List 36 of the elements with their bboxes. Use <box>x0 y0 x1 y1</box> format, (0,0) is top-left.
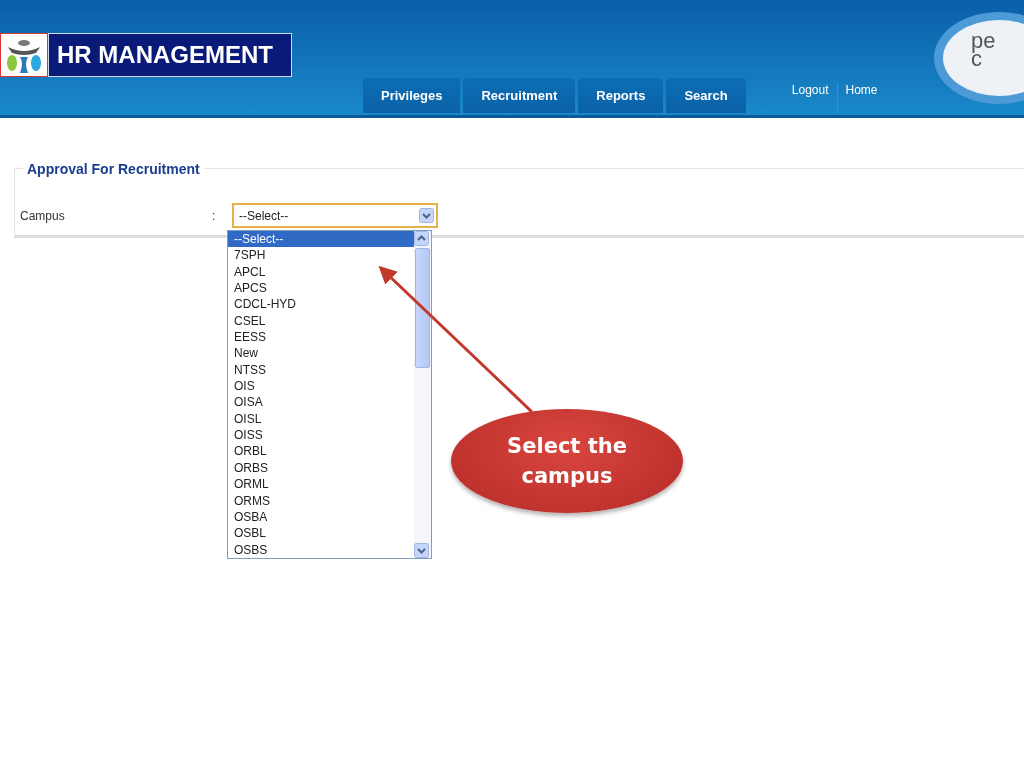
scroll-down-icon[interactable] <box>414 543 429 558</box>
dropdown-option[interactable]: 7SPH <box>228 247 414 264</box>
scroll-up-icon[interactable] <box>414 231 429 246</box>
header-link[interactable]: Logout <box>783 83 838 113</box>
panel-title: Approval For Recruitment <box>23 161 204 177</box>
nav-tab[interactable]: Privileges <box>363 78 461 113</box>
field-separator: : <box>212 208 217 223</box>
dropdown-option[interactable]: ORMS <box>228 492 414 509</box>
app-title: HR MANAGEMENT <box>48 33 292 77</box>
dropdown-option[interactable]: CDCL-HYD <box>228 296 414 313</box>
dropdown-option[interactable]: EESS <box>228 329 414 346</box>
dropdown-option[interactable]: OSBS <box>228 541 414 558</box>
nav-tab[interactable]: Search <box>666 78 746 113</box>
header-link[interactable]: Home <box>837 83 886 113</box>
nav-tab[interactable]: Reports <box>578 78 664 113</box>
dropdown-option[interactable]: OISA <box>228 394 414 411</box>
dropdown-option[interactable]: OSBL <box>228 525 414 542</box>
dropdown-option[interactable]: ORBL <box>228 443 414 460</box>
dropdown-option[interactable]: OISS <box>228 427 414 444</box>
dropdown-option[interactable]: APCL <box>228 263 414 281</box>
scrollbar[interactable] <box>414 231 431 558</box>
dropdown-option[interactable]: OISL <box>228 410 414 428</box>
dropdown-option[interactable]: NTSS <box>228 361 414 379</box>
dropdown-option[interactable]: ORML <box>228 476 414 493</box>
field-label: Campus <box>20 208 66 223</box>
dropdown-option[interactable]: APCS <box>228 280 414 297</box>
campus-select[interactable]: --Select-- <box>232 203 438 228</box>
callout-text: Select the campus <box>506 433 628 490</box>
scroll-down-icon[interactable] <box>419 208 434 223</box>
nav-tab[interactable]: Recruitment <box>463 78 576 113</box>
dropdown-option[interactable]: CSEL <box>228 312 414 330</box>
dropdown-option[interactable]: ORBS <box>228 459 414 477</box>
dropdown-option[interactable]: New <box>228 345 414 362</box>
dropdown-option[interactable]: OSBA <box>228 508 414 526</box>
dropdown-option[interactable]: --Select-- <box>228 231 414 248</box>
dropdown-option[interactable]: OIS <box>228 378 414 395</box>
